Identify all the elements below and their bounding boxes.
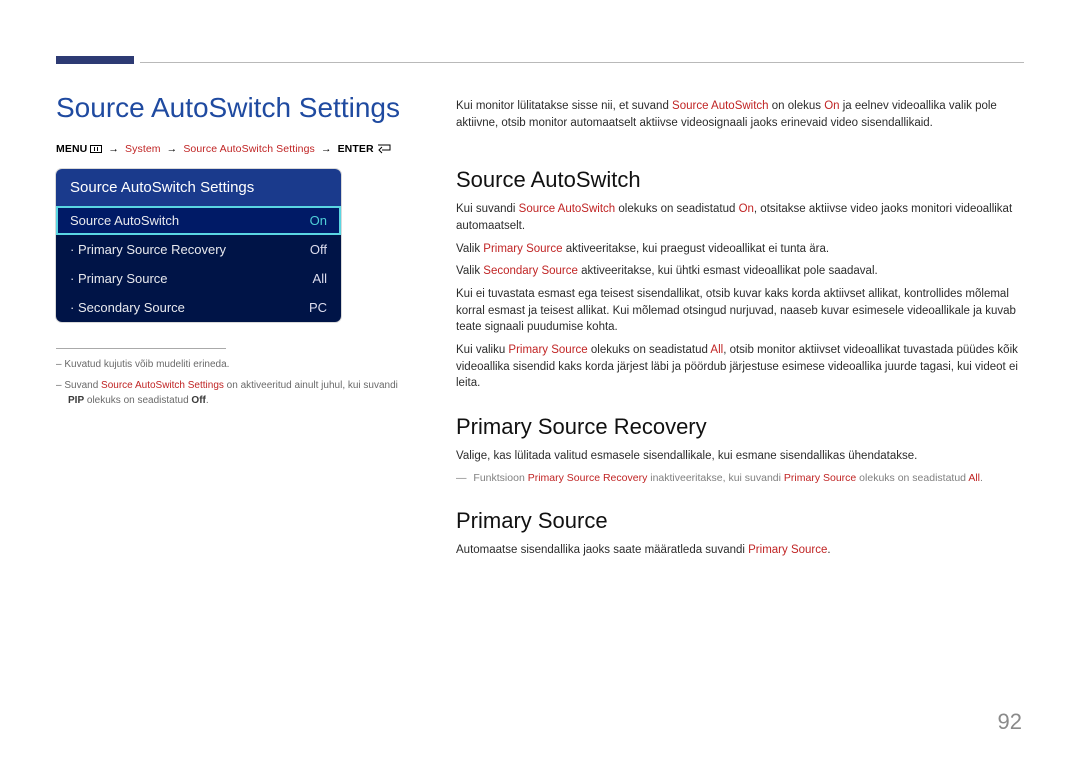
sec3-p1: Automaatse sisendallika jaoks saate määr… <box>456 542 1024 559</box>
osd-label: Secondary Source <box>70 300 185 315</box>
heading-source-autoswitch: Source AutoSwitch <box>456 167 1024 193</box>
heading-primary-recovery: Primary Source Recovery <box>456 414 1024 440</box>
osd-value: On <box>310 213 327 228</box>
sec1-p4: Kui ei tuvastata esmast ega teisest sise… <box>456 286 1024 336</box>
osd-row-source-autoswitch[interactable]: Source AutoSwitch On <box>56 206 341 235</box>
page-number: 92 <box>998 709 1022 735</box>
menu-icon <box>90 145 102 153</box>
footnote-divider <box>56 348 226 349</box>
bc-enter: ENTER <box>338 143 374 155</box>
osd-label: Primary Source Recovery <box>70 242 226 257</box>
sec1-p3: Valik Secondary Source aktiveeritakse, k… <box>456 263 1024 280</box>
sec1-p2: Valik Primary Source aktiveeritakse, kui… <box>456 241 1024 258</box>
bc-arrow: → <box>164 143 181 155</box>
page: Source AutoSwitch Settings MENU → System… <box>0 0 1080 763</box>
bc-arrow: → <box>105 143 122 155</box>
sec2-note: Funktsioon Primary Source Recovery inakt… <box>456 471 1024 486</box>
breadcrumb: MENU → System → Source AutoSwitch Settin… <box>56 142 416 155</box>
footnote-2: Suvand Source AutoSwitch Settings on akt… <box>56 378 416 408</box>
osd-row-primary-recovery[interactable]: Primary Source Recovery Off <box>56 235 341 264</box>
bc-menu: MENU <box>56 143 87 155</box>
osd-row-primary-source[interactable]: Primary Source All <box>56 264 341 293</box>
sec2-p1: Valige, kas lülitada valitud esmasele si… <box>456 448 1024 465</box>
osd-value: Off <box>310 242 327 257</box>
page-title: Source AutoSwitch Settings <box>56 92 416 124</box>
left-column: Source AutoSwitch Settings MENU → System… <box>56 92 416 414</box>
bc-system: System <box>125 143 161 155</box>
accent-bar <box>56 56 134 64</box>
bc-sass: Source AutoSwitch Settings <box>183 143 315 155</box>
osd-row-secondary-source[interactable]: Secondary Source PC <box>56 293 341 322</box>
enter-icon <box>377 144 391 154</box>
sec1-p5: Kui valiku Primary Source olekuks on sea… <box>456 342 1024 392</box>
intro-para: Kui monitor lülitatakse sisse nii, et su… <box>456 98 1024 131</box>
top-rule <box>140 62 1024 63</box>
osd-label: Primary Source <box>70 271 168 286</box>
bc-arrow: → <box>318 143 335 155</box>
osd-value: PC <box>309 300 327 315</box>
footnote-1: Kuvatud kujutis võib mudeliti erineda. <box>56 357 416 372</box>
osd-menu: Source AutoSwitch Settings Source AutoSw… <box>56 169 341 322</box>
osd-menu-title: Source AutoSwitch Settings <box>56 169 341 206</box>
osd-value: All <box>313 271 327 286</box>
sec1-p1: Kui suvandi Source AutoSwitch olekuks on… <box>456 201 1024 234</box>
right-column: Kui monitor lülitatakse sisse nii, et su… <box>456 98 1024 565</box>
heading-primary-source: Primary Source <box>456 508 1024 534</box>
osd-label: Source AutoSwitch <box>70 213 179 228</box>
